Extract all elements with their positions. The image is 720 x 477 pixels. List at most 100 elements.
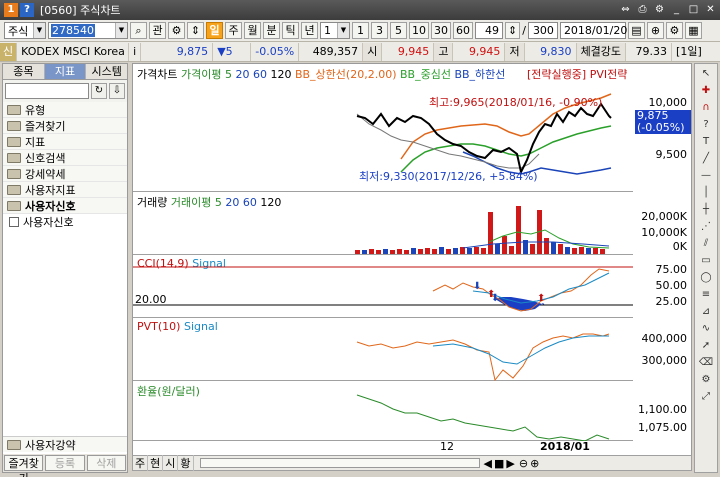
tab-system[interactable]: 시스템: [86, 64, 127, 79]
period-daily-button[interactable]: 일: [206, 22, 223, 39]
link-icon[interactable]: ⇔: [618, 3, 633, 17]
fibonacci-icon[interactable]: ≡: [697, 287, 715, 302]
zoom-in-icon[interactable]: ⊕: [530, 457, 539, 470]
period-year-button[interactable]: 년: [301, 22, 318, 39]
bottom-tab-stock[interactable]: 주: [133, 455, 149, 471]
interval-10-button[interactable]: 10: [409, 22, 429, 39]
bottom-tab-market[interactable]: 시: [163, 455, 179, 471]
change-percent: -0.05%: [251, 42, 300, 61]
vertical-line-icon[interactable]: │: [697, 185, 715, 200]
cci-pane[interactable]: CCI(14,9) Signal ⬇ ⬆ ⬇ ⬆ 20.00: [133, 255, 633, 318]
rectangle-icon[interactable]: ▭: [697, 253, 715, 268]
info-icon[interactable]: ?: [697, 117, 715, 132]
folder-user-strength[interactable]: 사용자강약: [3, 436, 127, 452]
pvt-pane[interactable]: PVT(10) Signal: [133, 318, 633, 381]
period-monthly-button[interactable]: 월: [244, 22, 261, 39]
print-icon[interactable]: ⎙: [635, 3, 650, 17]
folder-favorites[interactable]: 즐겨찾기: [3, 118, 127, 134]
folder-indicators[interactable]: 지표: [3, 134, 127, 150]
market-select[interactable]: 주식 ▼: [4, 22, 46, 39]
y-tick-label: 10,000K: [641, 226, 687, 239]
expand-icon[interactable]: ⤢: [697, 389, 715, 404]
chart-area[interactable]: 가격차트 가격이평 5 20 60 120 BB_상한선(20,2.00) BB…: [132, 63, 692, 457]
cursor-icon[interactable]: ↖: [697, 66, 715, 81]
folder-icon: [7, 439, 21, 450]
interval-5-button[interactable]: 5: [390, 22, 407, 39]
indicator-search-input[interactable]: [5, 83, 89, 99]
download-icon[interactable]: ⇩: [109, 83, 125, 99]
eraser-icon[interactable]: ⌫: [697, 355, 715, 370]
info-icon[interactable]: i: [129, 42, 142, 61]
horizontal-line-icon[interactable]: —: [697, 168, 715, 183]
arrow-icon[interactable]: ➚: [697, 338, 715, 353]
folder-user-signals[interactable]: 사용자신호: [3, 198, 127, 214]
updown-icon[interactable]: ⇕: [187, 22, 204, 39]
minimize-icon[interactable]: _: [669, 3, 684, 17]
interval-select[interactable]: 1 ▼: [320, 22, 350, 39]
zoom-icon[interactable]: ⊕: [646, 22, 664, 39]
folder-strength[interactable]: 강세약세: [3, 166, 127, 182]
x-axis: 12 2018/01: [132, 440, 632, 454]
register-button[interactable]: 등록: [45, 455, 85, 471]
pvt-signal-line: [432, 335, 609, 365]
folder-icon: [7, 120, 21, 131]
stepper-icon[interactable]: ⇕: [505, 22, 521, 39]
folder-user-indicators[interactable]: 사용자지표: [3, 182, 127, 198]
list-item-user-signal[interactable]: 사용자신호: [3, 214, 127, 230]
close-icon[interactable]: ✕: [703, 3, 718, 17]
cycle-icon[interactable]: ∿: [697, 321, 715, 336]
price-pane[interactable]: 가격차트 가격이평 5 20 60 120 BB_상한선(20,2.00) BB…: [133, 64, 633, 192]
cci-chart-svg: ⬇ ⬆ ⬇ ⬆: [133, 266, 633, 312]
cross-line-icon[interactable]: ┼: [697, 202, 715, 217]
stock-code-input[interactable]: 278540 ▼: [48, 22, 128, 39]
interval-3-button[interactable]: 3: [371, 22, 388, 39]
scroll-left-icon[interactable]: ◀: [484, 457, 492, 470]
horizontal-scrollbar[interactable]: [199, 458, 480, 468]
period-weekly-button[interactable]: 주: [225, 22, 242, 39]
folder-signal-search[interactable]: 신호검색: [3, 150, 127, 166]
text-tool-icon[interactable]: T: [697, 134, 715, 149]
maximize-icon[interactable]: □: [686, 3, 701, 17]
bottom-tab-current[interactable]: 현: [148, 455, 164, 471]
lookup-button[interactable]: 관: [149, 22, 166, 39]
ellipse-icon[interactable]: ◯: [697, 270, 715, 285]
tab-stocks[interactable]: 종목: [3, 64, 45, 79]
volume-pane[interactable]: 거래량 거래이평 5 20 60 120: [133, 192, 633, 255]
gear-icon[interactable]: ⚙: [168, 22, 185, 39]
fx-pane[interactable]: 환율(원/달러): [133, 381, 633, 441]
channel-icon[interactable]: ⫽: [697, 236, 715, 251]
x-tick-label: 12: [440, 440, 454, 453]
tab-indicators[interactable]: 지표: [44, 64, 87, 79]
search-button[interactable]: ⌕: [130, 22, 147, 39]
chart-bottom-bar: 주 현 시 황 ◀ ■ ▶ ⊖ ⊕: [132, 455, 692, 471]
period-minute-button[interactable]: 분: [263, 22, 280, 39]
chart-type-icon[interactable]: ▤: [627, 22, 645, 39]
pause-icon[interactable]: ■: [494, 457, 504, 470]
interval-60-button[interactable]: 60: [453, 22, 473, 39]
help-icon[interactable]: ?: [20, 3, 34, 17]
date-select[interactable]: 2018/01/20 ▼: [559, 22, 637, 39]
count-input[interactable]: 49: [475, 22, 503, 39]
chart-settings-icon[interactable]: ⚙: [697, 372, 715, 387]
folder-open-icon: [7, 200, 21, 211]
favorites-button[interactable]: 즐겨찾기: [4, 455, 44, 477]
delete-button[interactable]: 삭제: [86, 455, 126, 471]
scroll-right-icon[interactable]: ▶: [506, 457, 514, 470]
crosshair-icon[interactable]: ✚: [697, 83, 715, 98]
interval-30-button[interactable]: 30: [431, 22, 451, 39]
line-tool-icon[interactable]: ╱: [697, 151, 715, 166]
settings-icon[interactable]: ⚙: [665, 22, 683, 39]
gann-icon[interactable]: ⊿: [697, 304, 715, 319]
settings-icon[interactable]: ⚙: [652, 3, 667, 17]
refresh-icon[interactable]: ↻: [91, 83, 107, 99]
magnet-icon[interactable]: ∩: [697, 100, 715, 115]
total-input[interactable]: 300: [527, 22, 558, 39]
zoom-out-icon[interactable]: ⊖: [519, 457, 528, 470]
layout-icon[interactable]: ▦: [684, 22, 702, 39]
volume-value: 489,357: [299, 42, 364, 61]
interval-1-button[interactable]: 1: [352, 22, 369, 39]
bottom-tab-status[interactable]: 황: [178, 455, 194, 471]
period-tick-button[interactable]: 틱: [282, 22, 299, 39]
fan-line-icon[interactable]: ⋰: [697, 219, 715, 234]
folder-type[interactable]: 유형: [3, 102, 127, 118]
